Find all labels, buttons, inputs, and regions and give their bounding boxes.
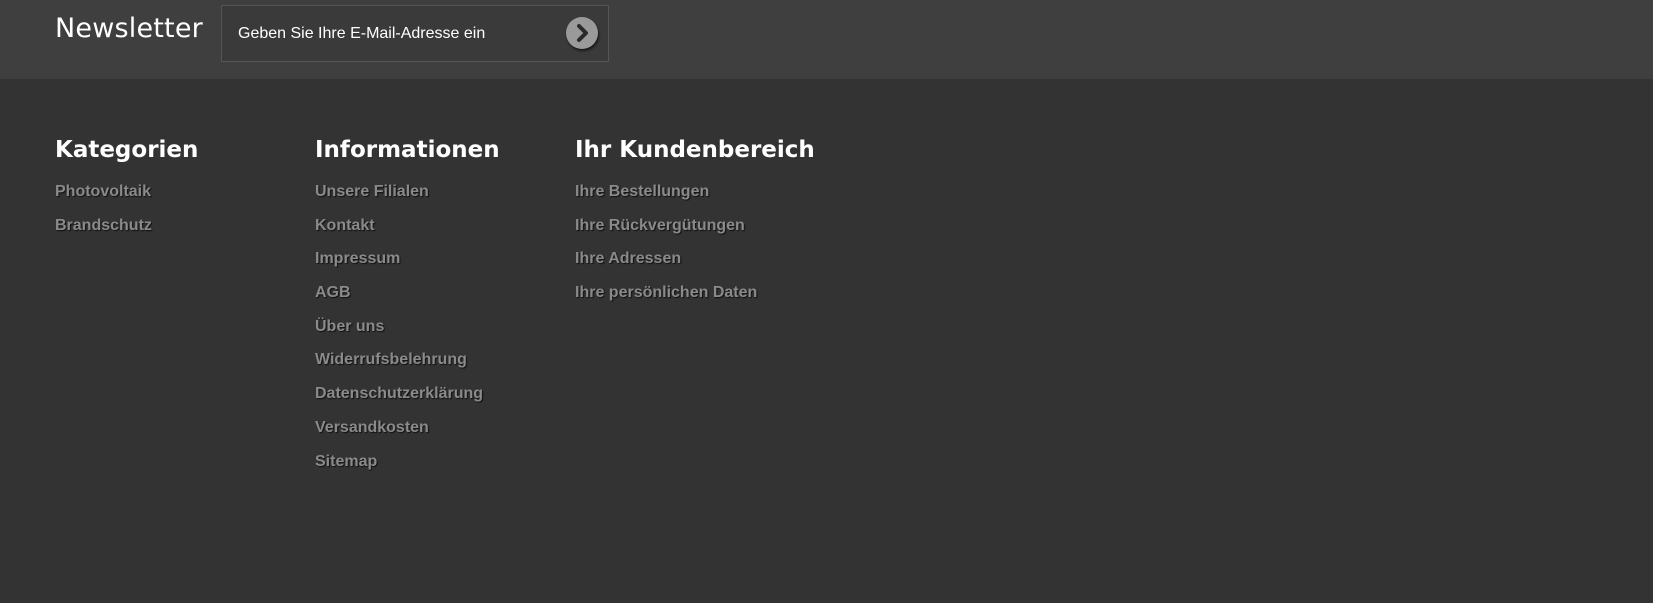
footer-link-label[interactable]: AGB xyxy=(315,284,351,301)
footer-link-label[interactable]: Sitemap xyxy=(315,453,377,470)
footer-link-bestellungen[interactable]: Ihre Bestellungen xyxy=(575,181,815,215)
footer-link-label[interactable]: Kontakt xyxy=(315,217,375,234)
footer-link-label[interactable]: Über uns xyxy=(315,318,384,335)
footer-column-title: Ihr Kundenbereich xyxy=(575,137,815,163)
footer-link-adressen[interactable]: Ihre Adressen xyxy=(575,248,815,282)
newsletter-bar: Newsletter xyxy=(0,0,1653,79)
footer-column-informationen: Informationen Unsere Filialen Kontakt Im… xyxy=(315,136,500,484)
footer-link-list: Ihre Bestellungen Ihre Rückvergütungen I… xyxy=(575,181,815,316)
footer-link-impressum[interactable]: Impressum xyxy=(315,248,500,282)
footer-link-rueckverguetungen[interactable]: Ihre Rückvergütungen xyxy=(575,215,815,249)
footer-link-kontakt[interactable]: Kontakt xyxy=(315,215,500,249)
footer-link-label[interactable]: Ihre Bestellungen xyxy=(575,183,709,200)
footer-link-brandschutz[interactable]: Brandschutz xyxy=(55,215,198,249)
footer-link-label[interactable]: Ihre persönlichen Daten xyxy=(575,284,757,301)
footer-column-kundenbereich: Ihr Kundenbereich Ihre Bestellungen Ihre… xyxy=(575,136,815,316)
footer-link-label[interactable]: Versandkosten xyxy=(315,419,429,436)
footer-link-label[interactable]: Ihre Adressen xyxy=(575,250,681,267)
newsletter-email-input[interactable] xyxy=(238,6,538,61)
footer-link-label[interactable]: Widerrufsbelehrung xyxy=(315,351,467,368)
footer-link-list: Photovoltaik Brandschutz xyxy=(55,181,198,248)
footer-link-list: Unsere Filialen Kontakt Impressum AGB Üb… xyxy=(315,181,500,484)
footer-link-label[interactable]: Ihre Rückvergütungen xyxy=(575,217,745,234)
footer-link-photovoltaik[interactable]: Photovoltaik xyxy=(55,181,198,215)
footer-link-label[interactable]: Photovoltaik xyxy=(55,183,151,200)
chevron-right-icon xyxy=(577,24,588,42)
footer-link-datenschutzerklaerung[interactable]: Datenschutzerklärung xyxy=(315,383,500,417)
newsletter-submit-button[interactable] xyxy=(566,17,598,49)
footer-link-label[interactable]: Datenschutzerklärung xyxy=(315,385,483,402)
footer-link-label[interactable]: Impressum xyxy=(315,250,400,267)
footer-link-unsere-filialen[interactable]: Unsere Filialen xyxy=(315,181,500,215)
newsletter-title: Newsletter xyxy=(55,13,203,44)
footer-column-title: Informationen xyxy=(315,137,500,163)
footer-link-label[interactable]: Brandschutz xyxy=(55,217,152,234)
footer-link-versandkosten[interactable]: Versandkosten xyxy=(315,417,500,451)
footer-link-sitemap[interactable]: Sitemap xyxy=(315,451,500,485)
footer-link-widerrufsbelehrung[interactable]: Widerrufsbelehrung xyxy=(315,349,500,383)
footer-link-agb[interactable]: AGB xyxy=(315,282,500,316)
footer-link-label[interactable]: Unsere Filialen xyxy=(315,183,429,200)
footer-column-kategorien: Kategorien Photovoltaik Brandschutz xyxy=(55,136,198,248)
footer-link-ueber-uns[interactable]: Über uns xyxy=(315,316,500,350)
newsletter-form xyxy=(221,5,609,62)
footer-link-persoenliche-daten[interactable]: Ihre persönlichen Daten xyxy=(575,282,815,316)
footer-column-title: Kategorien xyxy=(55,137,199,163)
